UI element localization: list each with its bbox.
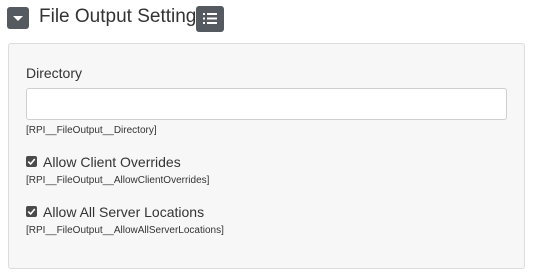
allow-all-server-locations-key: [RPI__FileOutput__AllowAllServerLocation…	[26, 225, 224, 236]
directory-key: [RPI__FileOutput__Directory]	[26, 125, 157, 136]
allow-all-server-locations-label: Allow All Server Locations	[43, 204, 205, 220]
directory-label: Directory	[26, 65, 83, 81]
allow-client-overrides-key: [RPI__FileOutput__AllowClientOverrides]	[26, 175, 210, 186]
list-view-button[interactable]	[196, 6, 224, 32]
page-title: File Output Settings	[39, 6, 206, 27]
checkmark-icon	[27, 158, 36, 166]
directory-input[interactable]	[26, 88, 507, 120]
settings-panel: Directory [RPI__FileOutput__Directory] A…	[8, 43, 525, 269]
allow-all-server-locations-checkbox[interactable]	[26, 206, 37, 217]
section-header: File Output Settings	[0, 0, 534, 40]
list-icon	[203, 13, 217, 24]
allow-client-overrides-label: Allow Client Overrides	[43, 154, 181, 170]
checkmark-icon	[27, 208, 36, 216]
caret-down-icon	[13, 16, 23, 21]
allow-client-overrides-checkbox[interactable]	[26, 156, 37, 167]
collapse-button[interactable]	[7, 7, 29, 29]
